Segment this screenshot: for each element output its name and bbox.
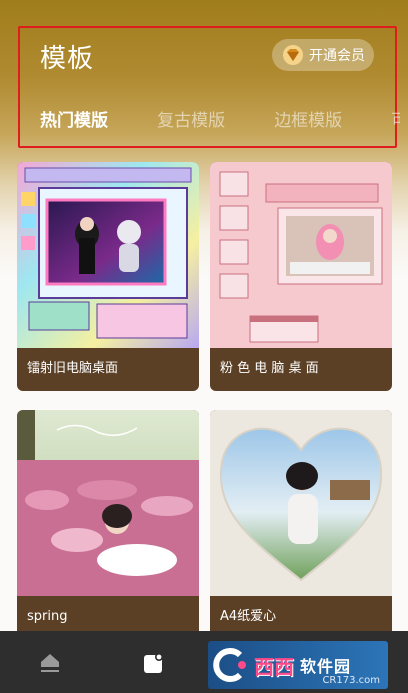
cr-logo-icon	[212, 645, 252, 685]
template-thumbnail	[210, 162, 392, 348]
template-card-spring[interactable]: spring	[17, 410, 199, 639]
template-label: 粉 色 电 脑 桌 面	[220, 361, 319, 376]
tab-border[interactable]: 边框模版	[274, 106, 342, 131]
tab-more[interactable]: 可	[391, 106, 400, 131]
template-icon[interactable]	[142, 651, 166, 675]
template-card-laser-desktop[interactable]: 镭射旧电脑桌面	[17, 162, 199, 391]
template-thumbnail	[17, 162, 199, 348]
tab-retro[interactable]: 复古模版	[157, 106, 225, 131]
watermark-brand: 西西	[254, 654, 294, 679]
vip-label: 开通会员	[309, 48, 365, 64]
watermark-site: 软件园	[300, 657, 352, 676]
vip-button[interactable]: 开通会员	[272, 39, 374, 71]
home-icon[interactable]	[38, 651, 62, 675]
template-card-pink-desktop[interactable]: 粉 色 电 脑 桌 面	[210, 162, 392, 391]
template-label: 镭射旧电脑桌面	[27, 361, 119, 376]
template-thumbnail	[210, 410, 392, 596]
diamond-icon	[282, 44, 304, 66]
tab-hot[interactable]: 热门模版	[40, 106, 108, 131]
template-tabs: 热门模版 复古模版 边框模版 可	[40, 106, 400, 132]
page-title: 模板	[40, 44, 95, 74]
site-watermark: 西西 软件园 CR173.com	[208, 641, 388, 689]
watermark-url: CR173.com	[322, 675, 380, 686]
template-thumbnail	[17, 410, 199, 596]
template-card-a4-heart[interactable]: A4纸爱心	[210, 410, 392, 639]
